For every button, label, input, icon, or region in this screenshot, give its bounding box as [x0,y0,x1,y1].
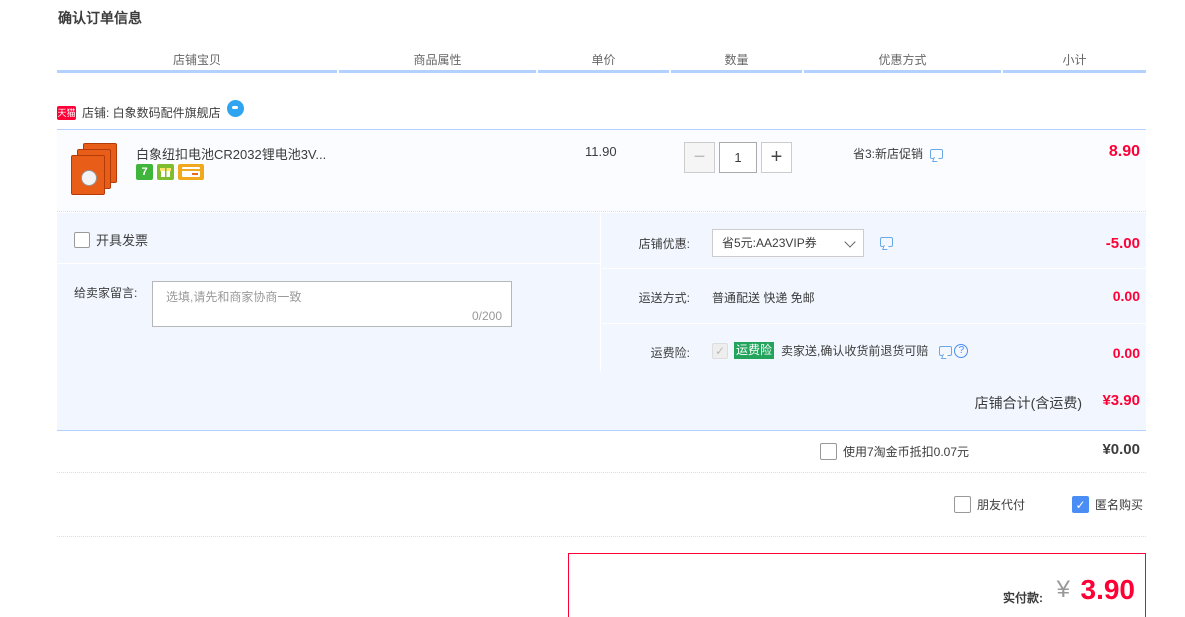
quantity-stepper: − + [684,142,792,173]
increase-quantity-button[interactable]: + [761,142,792,173]
shop-discount-value: -5.00 [1105,235,1140,252]
actual-payment-box: 实付款: ¥ 3.90 [568,553,1146,617]
shipping-row: 运送方式: 普通配送 快递 免邮 0.00 [602,269,1146,324]
order-options-panel: 开具发票 给卖家留言: 0/200 店铺优惠: 省5元:AA23VIP券 -5.… [57,213,1146,431]
invoice-option[interactable]: 开具发票 [74,230,148,249]
shipping-method: 普通配送 快递 免邮 [712,291,815,305]
message-char-count: 0/200 [471,309,502,323]
shop-total-row: 店铺合计(含运费) ¥3.90 [57,372,1146,431]
shop-discount-row: 店铺优惠: 省5元:AA23VIP券 -5.00 [602,213,1146,269]
left-options-pane: 开具发票 给卖家留言: 0/200 [57,213,601,372]
taobao-coins-checkbox[interactable] [820,443,837,460]
shipping-value: 0.00 [1112,288,1140,304]
col-header-discount: 优惠方式 [804,51,1001,73]
order-item-row: 白象纽扣电池CR2032锂电池3V... 7 11.90 − + 省3:新店促销… [57,129,1146,212]
currency-symbol: ¥ [1056,576,1070,603]
comment-icon[interactable] [930,148,944,159]
col-header-quantity: 数量 [671,51,802,73]
product-title-link[interactable]: 白象纽扣电池CR2032锂电池3V... [136,144,326,163]
shop-total-label: 店铺合计(含运费) [974,395,1082,411]
credit-card-icon[interactable] [178,164,204,180]
insurance-row: 运费险: 运费险 卖家送,确认收货前退货可赔 ? 0.00 [602,324,1146,372]
payment-options-row: 朋友代付 匿名购买 [57,474,1146,537]
friend-pay-label: 朋友代付 [977,498,1026,512]
invoice-label: 开具发票 [96,233,149,248]
insurance-badge: 运费险 [734,342,775,359]
shop-line: 天猫 店铺: 白象数码配件旗舰店 [57,100,244,121]
col-header-attributes: 商品属性 [339,51,536,73]
battery-card-image [71,155,105,195]
seller-message-box: 0/200 [152,281,512,327]
promotion-info: 省3:新店促销 [853,145,944,162]
actual-payment-value: 3.90 [1080,574,1136,605]
shop-total-value: ¥3.90 [1102,392,1140,409]
comment-icon[interactable] [880,237,893,247]
chevron-down-icon [844,236,856,248]
insurance-checkbox [712,342,728,359]
col-header-subtotal: 小计 [1003,51,1146,73]
seller-message-input[interactable] [153,282,511,326]
insurance-option: 运费险 卖家送,确认收货前退货可赔 ? [712,342,969,359]
shop-discount-label: 店铺优惠: [638,237,690,251]
wangwang-chat-icon[interactable] [226,100,244,117]
seller-message-label: 给卖家留言: [74,286,138,300]
col-header-unit-price: 单价 [538,51,669,73]
taobao-coins-row: 使用7淘金币抵扣0.07元 ¥0.00 [57,432,1146,473]
taobao-coins-option[interactable]: 使用7淘金币抵扣0.07元 [820,443,969,460]
insurance-value: 0.00 [1112,345,1140,361]
gift-icon[interactable] [157,164,174,180]
anonymous-buy-checkbox[interactable] [1072,496,1089,513]
seven-day-return-icon[interactable]: 7 [136,164,153,180]
insurance-label: 运费险: [650,346,690,360]
friend-pay-option[interactable]: 朋友代付 [954,496,1025,513]
decrease-quantity-button[interactable]: − [684,142,715,173]
anonymous-buy-label: 匿名购买 [1095,498,1144,512]
shop-name-link[interactable]: 店铺: 白象数码配件旗舰店 [82,104,221,121]
coupon-selected-value: 省5元:AA23VIP券 [722,236,817,250]
item-subtotal: 8.90 [1108,143,1140,160]
comment-icon[interactable] [939,345,953,356]
actual-payment-label: 实付款: [1003,591,1043,605]
col-header-item: 店铺宝贝 [57,51,337,73]
taobao-coins-value: ¥0.00 [1102,441,1140,458]
taobao-coins-label: 使用7淘金币抵扣0.07元 [843,445,970,459]
anonymous-buy-option[interactable]: 匿名购买 [1072,496,1143,513]
divider [57,263,601,264]
shipping-label: 运送方式: [638,291,690,305]
coupon-select[interactable]: 省5元:AA23VIP券 [712,229,864,257]
help-icon[interactable]: ? [954,343,969,358]
promotion-text: 省3:新店促销 [853,147,924,161]
friend-pay-checkbox[interactable] [954,496,971,513]
insurance-text: 卖家送,确认收货前退货可赔 [781,344,929,358]
unit-price: 11.90 [585,144,617,159]
service-icons: 7 [136,164,204,180]
quantity-input[interactable] [719,142,757,173]
page-title: 确认订单信息 [58,10,142,26]
invoice-checkbox[interactable] [74,231,90,248]
tmall-icon: 天猫 [57,105,76,120]
product-thumbnail[interactable] [71,143,119,195]
